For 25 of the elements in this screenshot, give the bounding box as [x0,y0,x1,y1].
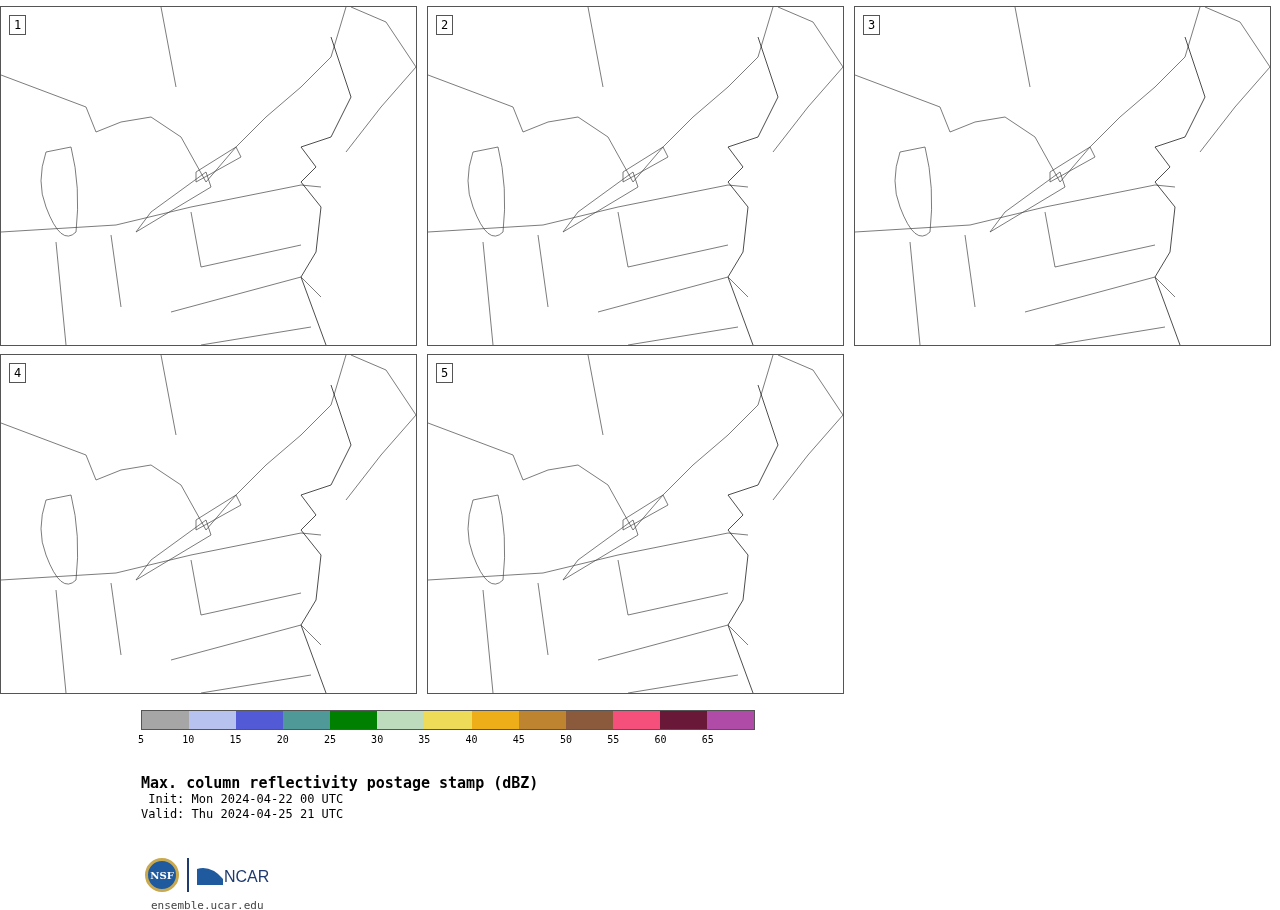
tick-label: 65 [701,734,714,746]
panel-number: 3 [863,15,881,35]
tick-label: 40 [465,734,478,746]
chart-title: Max. column reflectivity postage stamp (dBZ) [141,774,540,792]
footer-url: ensemble.ucar.edu [150,898,265,910]
tick-label: 20 [276,734,289,746]
tick-label: 15 [229,734,242,746]
panel-number: 5 [436,363,454,383]
nsf-logo: NSF [145,858,179,892]
panel-number: 4 [9,363,27,383]
panel-number: 1 [9,15,27,35]
ncar-logo-text: NCAR [224,869,270,885]
init-time: Init: Mon 2024-04-22 00 UTC [147,792,345,807]
tick-label: 5 [138,734,144,746]
tick-label: 50 [560,734,573,746]
tick-label: 25 [323,734,336,746]
panel-number: 2 [436,15,454,35]
tick-label: 30 [371,734,384,746]
tick-label: 35 [418,734,431,746]
tick-label: 45 [512,734,525,746]
swoosh-icon [197,865,223,885]
tick-label: 60 [654,734,667,746]
tick-label: 10 [182,734,195,746]
tick-label: 55 [607,734,620,746]
valid-time: Valid: Thu 2024-04-25 21 UTC [141,807,345,822]
